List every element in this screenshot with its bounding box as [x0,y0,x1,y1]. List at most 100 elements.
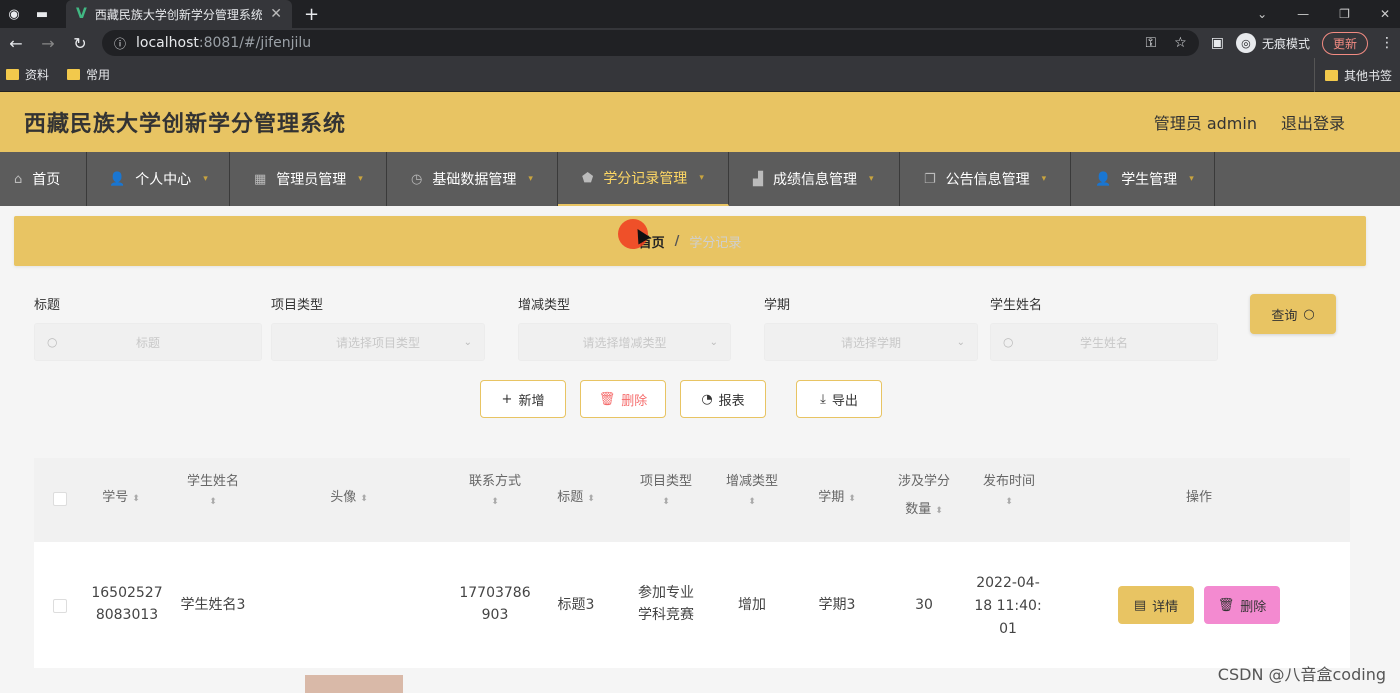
detail-button[interactable]: ▤ 详情 [1118,586,1194,624]
col-credits[interactable]: 涉及学分 数量 ⬍ [884,468,964,525]
incognito-icon: ◎ [1235,33,1256,53]
table-row: 16502527 8083013 学生姓名3 17703786 903 标题3 参加… [34,542,1350,668]
close-icon[interactable]: ✕ [270,6,282,22]
col-title[interactable]: 标题 ⬍ [546,484,606,513]
chevron-down-icon: ▾ [203,174,208,184]
select-all-checkbox[interactable] [53,492,67,506]
change-type-select[interactable]: 请选择增减类型 ⌄ [518,323,731,361]
col-project-type[interactable]: 项目类型 ⬍ [626,468,706,508]
browser-tab[interactable]: V 西藏民族大学创新学分管理系统 ✕ [66,0,292,28]
chevron-down-icon: ▾ [869,174,874,184]
chevron-down-icon[interactable]: ⌄ [1257,7,1267,21]
sort-icon[interactable]: ⬍ [174,496,252,508]
cell-student-name: 学生姓名3 [180,597,246,613]
breadcrumb-current: 学分记录 [689,235,742,251]
search-icon: ○ [47,335,58,349]
sort-icon[interactable]: ⬍ [626,496,706,508]
menu-item-students[interactable]: 👤 学生管理 ▾ [1071,152,1215,206]
menu-item-grades[interactable]: ▟ 成绩信息管理 ▾ [729,152,900,206]
col-student-name[interactable]: 学生姓名 ⬍ [174,468,252,508]
folder-icon [1324,69,1338,81]
col-term[interactable]: 学期 ⬍ [802,484,872,513]
title-input[interactable]: ○ 标题 [34,323,262,361]
menu-item-admin[interactable]: ▦ 管理员管理 ▾ [230,152,387,206]
batch-delete-button[interactable]: 🗑 删除 [580,380,666,418]
window-icon[interactable]: ▬ [28,0,56,28]
incognito-indicator[interactable]: ◎ 无痕模式 [1235,33,1310,53]
address-toolbar: ← → ↻ ⓘ localhost:8081/#/jifenjilu ⚿ ☆ ▣… [0,28,1400,58]
query-button[interactable]: 查询 ○ [1250,294,1336,334]
col-avatar[interactable]: 头像 ⬍ [314,484,384,513]
add-button[interactable]: + 新增 [480,380,566,418]
more-icon[interactable]: ⋮ [1380,35,1394,51]
col-contact[interactable]: 联系方式 ⬍ [454,468,536,508]
change-type-field: 增减类型 请选择增减类型 ⌄ [518,294,731,361]
key-icon[interactable]: ⚿ [1146,35,1157,51]
term-field: 学期 请选择学期 ⌄ [764,294,978,361]
project-type-select[interactable]: 请选择项目类型 ⌄ [271,323,485,361]
row-checkbox[interactable] [53,599,67,613]
reload-icon[interactable]: ↻ [70,34,90,53]
url-path: :8081/#/jifenjilu [198,35,312,51]
cell-contact: 17703786 903 [459,585,531,623]
col-change-type[interactable]: 增减类型 ⬍ [712,468,792,508]
sort-icon[interactable]: ⬍ [712,496,792,508]
chevron-down-icon: ⌄ [956,336,965,348]
browser-tab-bar: ◉ ▬ V 西藏民族大学创新学分管理系统 ✕ + ⌄ — ❐ ✕ [0,0,1400,28]
student-name-input[interactable]: ○ 学生姓名 [990,323,1218,361]
sort-icon[interactable]: ⬍ [935,506,943,516]
star-icon[interactable]: ☆ [1174,35,1187,51]
sort-icon[interactable]: ⬍ [970,496,1048,508]
document-icon: ▤ [1133,597,1147,613]
row-delete-button[interactable]: 🗑 删除 [1204,586,1280,624]
trash-icon: 🗑 [598,391,616,407]
sort-icon[interactable]: ⬍ [454,496,536,508]
col-student-no[interactable]: 学号 ⬍ [86,484,156,513]
globe-icon[interactable]: ◉ [0,0,28,28]
other-bookmarks[interactable]: 其他书签 [1313,58,1392,92]
minimize-icon[interactable]: — [1297,7,1309,21]
folder-icon [67,69,81,80]
sort-icon[interactable]: ⬍ [360,494,368,504]
new-tab-icon[interactable]: + [304,4,319,25]
forward-icon[interactable]: → [38,34,58,53]
term-select[interactable]: 请选择学期 ⌄ [764,323,978,361]
bookmark-folder[interactable]: 常用 [67,66,110,83]
window-controls: ⌄ — ❐ ✕ [1257,0,1390,28]
sidebar-icon[interactable]: ▣ [1211,35,1224,51]
cell-term: 学期3 [818,597,856,613]
menu-item-basic-data[interactable]: ◷ 基础数据管理 ▾ [387,152,558,206]
chevron-down-icon: ⌄ [709,336,718,348]
sort-icon[interactable]: ⬍ [132,494,140,504]
restore-icon[interactable]: ❐ [1339,7,1350,21]
chevron-down-icon: ▾ [699,173,704,183]
cell-title: 标题3 [557,597,595,613]
col-publish-time[interactable]: 发布时间 ⬍ [970,468,1048,508]
bookmarks-bar: 资料 常用 其他书签 [0,58,1400,92]
main-menu: ⌂ 首页 👤 个人中心 ▾ ▦ 管理员管理 ▾ ◷ 基础数据管理 ▾ ⬟ 学分记… [0,152,1400,206]
incognito-label: 无痕模式 [1261,36,1310,51]
back-icon[interactable]: ← [6,34,26,53]
menu-item-notices[interactable]: ❐ 公告信息管理 ▾ [900,152,1071,206]
export-button[interactable]: ⤓ 导出 [796,380,882,418]
col-ops: 操作 [1185,490,1212,505]
menu-item-home[interactable]: ⌂ 首页 [0,152,87,206]
breadcrumb: 首页 / 学分记录 [14,216,1366,266]
menu-item-profile[interactable]: 👤 个人中心 ▾ [87,152,230,206]
table-header: 学号 ⬍ 学生姓名 ⬍ 头像 ⬍ 联系方式 ⬍ 标题 ⬍ 项目类型 ⬍ 增减类型 ⬍ 学期 ⬍ … [34,458,1350,542]
close-window-icon[interactable]: ✕ [1380,7,1390,21]
menu-item-credit-records[interactable]: ⬟ 学分记录管理 ▾ [558,152,729,206]
chevron-down-icon: ▾ [1189,174,1194,184]
sort-icon[interactable]: ⬍ [848,494,856,504]
clock-icon: ◷ [411,171,423,187]
shield-icon: ⬟ [582,170,594,186]
update-button[interactable]: 更新 [1321,31,1368,55]
bookmark-folder[interactable]: 资料 [6,66,49,83]
logout-button[interactable]: 退出登录 [1281,110,1345,134]
sort-icon[interactable]: ⬍ [587,494,595,504]
address-bar[interactable]: ⓘ localhost:8081/#/jifenjilu ⚿ ☆ [102,30,1199,56]
report-button[interactable]: ◔ 报表 [680,380,766,418]
user-label: 管理员 admin [1153,114,1257,133]
cell-project-type: 参加专业 学科竞赛 [638,585,694,623]
info-icon[interactable]: ⓘ [114,35,126,52]
